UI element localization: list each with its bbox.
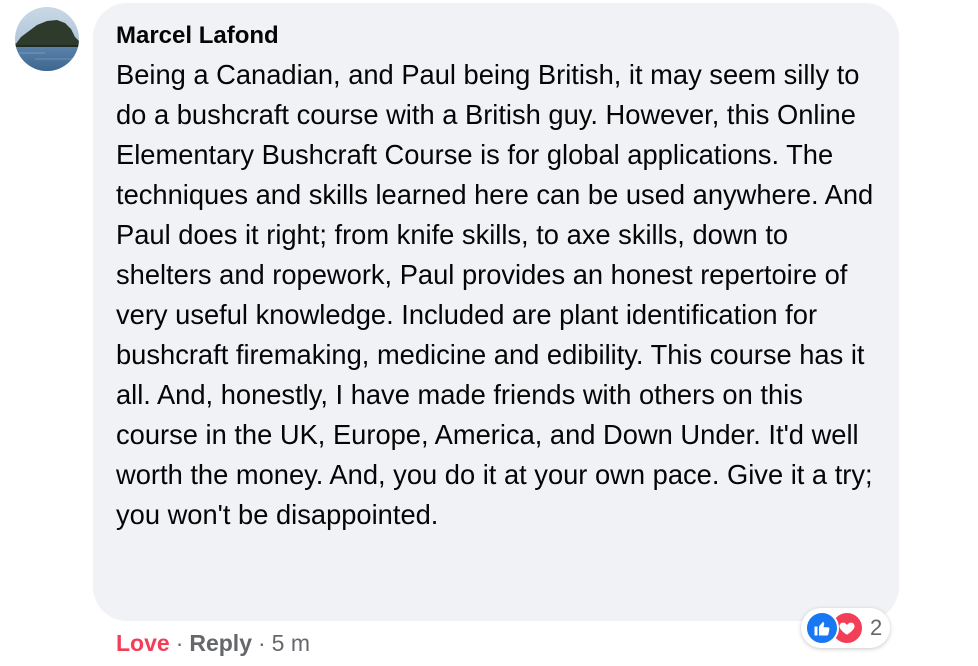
like-icon [805,611,839,645]
reaction-count: 2 [870,615,883,640]
comment-author[interactable]: Marcel Lafond [116,23,279,49]
reaction-summary[interactable]: 2 [801,608,891,648]
comment-text: Being a Canadian, and Paul being British… [116,59,874,530]
timestamp[interactable]: 5 m [272,628,310,658]
separator: · [175,630,184,656]
comment-actions: Love · Reply · 5 m [116,628,310,658]
separator: · [258,630,266,656]
avatar-image [15,7,79,71]
comment-bubble: Marcel Lafond Being a Canadian, and Paul… [93,3,899,621]
reply-button[interactable]: Reply [189,628,252,658]
love-reaction-button[interactable]: Love [116,628,170,658]
avatar[interactable] [15,7,79,71]
